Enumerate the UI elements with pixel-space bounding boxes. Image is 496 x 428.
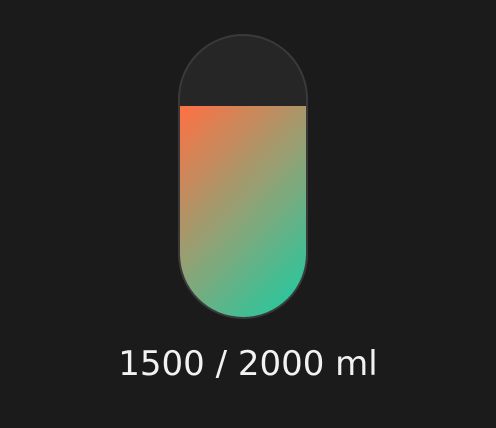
water-fill-level	[180, 106, 306, 317]
intake-readout: 1500 / 2000 ml	[118, 344, 378, 384]
water-tank	[178, 34, 308, 319]
